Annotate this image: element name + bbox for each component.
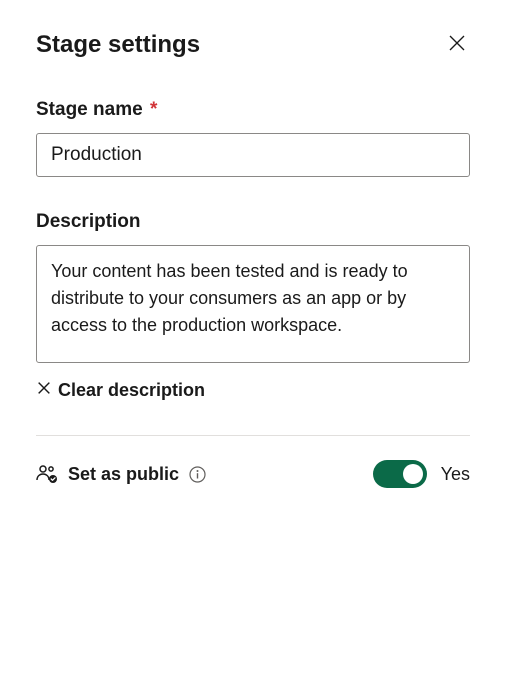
section-divider	[36, 435, 470, 436]
stage-name-label-text: Stage name	[36, 99, 143, 120]
close-icon	[448, 34, 466, 55]
close-button[interactable]	[444, 30, 470, 59]
set-as-public-label: Set as public	[68, 464, 179, 485]
info-icon[interactable]	[189, 466, 206, 483]
stage-name-label: Stage name *	[36, 99, 470, 121]
description-label: Description	[36, 211, 470, 233]
description-textarea[interactable]: Your content has been tested and is read…	[36, 245, 470, 363]
required-indicator: *	[150, 99, 157, 120]
people-public-icon	[36, 464, 58, 484]
clear-description-label: Clear description	[58, 380, 205, 401]
toggle-knob	[403, 464, 423, 484]
public-toggle[interactable]	[373, 460, 427, 488]
close-icon	[36, 380, 52, 401]
clear-description-button[interactable]: Clear description	[36, 376, 205, 405]
dialog-title: Stage settings	[36, 31, 200, 59]
stage-name-input[interactable]	[36, 133, 470, 177]
toggle-state-label: Yes	[441, 464, 470, 485]
